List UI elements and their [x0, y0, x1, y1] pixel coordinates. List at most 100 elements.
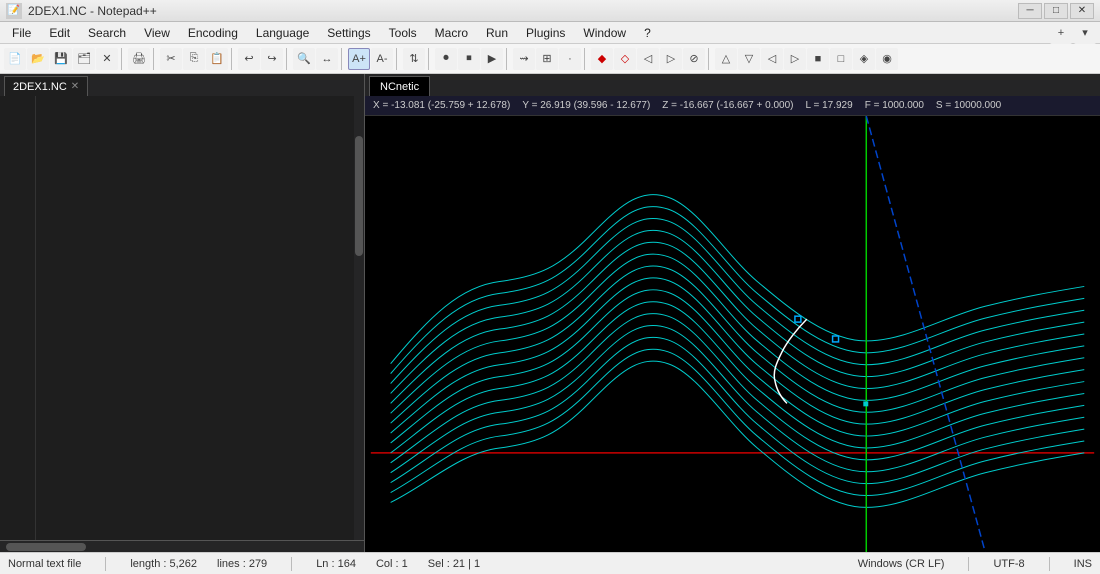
menu-edit[interactable]: Edit — [41, 24, 78, 42]
viewer-panel: NCnetic X = -13.081 (-25.759 + 12.678) Y… — [365, 74, 1100, 552]
close-button[interactable]: ✕ — [1070, 3, 1094, 19]
redo-button[interactable]: ↪ — [261, 48, 283, 70]
info-l: L = 17.929 — [806, 100, 853, 111]
editor-content[interactable] — [0, 96, 364, 540]
code-area[interactable] — [36, 96, 354, 540]
info-f: F = 1000.000 — [865, 100, 924, 111]
wrap-button[interactable]: ⇝ — [513, 48, 535, 70]
menu-view[interactable]: View — [136, 24, 178, 42]
extra5-button[interactable]: ■ — [807, 48, 829, 70]
info-z: Z = -16.667 (-16.667 + 0.000) — [662, 100, 793, 111]
menu-bar: File Edit Search View Encoding Language … — [0, 22, 1100, 44]
maximize-button[interactable]: □ — [1044, 3, 1068, 19]
status-ln: Ln : 164 — [316, 558, 356, 570]
open-file-button[interactable]: 📂 — [27, 48, 49, 70]
menu-tools[interactable]: Tools — [381, 24, 425, 42]
menu-run[interactable]: Run — [478, 24, 516, 42]
editor-tabs: 2DEX1.NC ✕ — [0, 74, 364, 96]
extra7-button[interactable]: ◈ — [853, 48, 875, 70]
status-ins: INS — [1074, 558, 1092, 570]
paste-button[interactable]: 📋 — [206, 48, 228, 70]
menu-plugins[interactable]: Plugins — [518, 24, 573, 42]
menu-settings[interactable]: Settings — [319, 24, 378, 42]
status-line-ending: Windows (CR LF) — [858, 558, 945, 570]
editor-tab-close[interactable]: ✕ — [71, 81, 79, 92]
status-length: length : 5,262 — [130, 558, 197, 570]
horizontal-scrollbar[interactable] — [0, 540, 364, 552]
menu-window[interactable]: Window — [575, 24, 634, 42]
h-scroll-thumb[interactable] — [6, 543, 86, 551]
sep7 — [428, 48, 432, 70]
menu-encoding[interactable]: Encoding — [180, 24, 246, 42]
marker5-button[interactable]: ⊘ — [683, 48, 705, 70]
status-sel: Sel : 21 | 1 — [428, 558, 480, 570]
viewer-tab-active[interactable]: NCnetic — [369, 76, 430, 96]
toolpath-svg — [365, 116, 1100, 552]
app-icon: 📝 — [6, 3, 22, 19]
sep9 — [584, 48, 588, 70]
new-session-button[interactable]: + — [1050, 22, 1072, 44]
window-controls: ─ □ ✕ — [1018, 3, 1094, 19]
title-bar: 📝 2DEX1.NC - Notepad++ ─ □ ✕ — [0, 0, 1100, 22]
status-col: Col : 1 — [376, 558, 408, 570]
extra8-button[interactable]: ◉ — [876, 48, 898, 70]
info-x: X = -13.081 (-25.759 + 12.678) — [373, 100, 510, 111]
find-button[interactable]: 🔍 — [293, 48, 315, 70]
sep10 — [708, 48, 712, 70]
extra3-button[interactable]: ◁ — [761, 48, 783, 70]
viewer-tab-label: NCnetic — [380, 81, 419, 93]
menu-language[interactable]: Language — [248, 24, 317, 42]
minimize-button[interactable]: ─ — [1018, 3, 1042, 19]
marker1-button[interactable]: ◆ — [591, 48, 613, 70]
close-file-button[interactable]: ✕ — [96, 48, 118, 70]
extra4-button[interactable]: ▷ — [784, 48, 806, 70]
editor-tab-active[interactable]: 2DEX1.NC ✕ — [4, 76, 88, 96]
status-sep1 — [105, 557, 106, 571]
extra1-button[interactable]: △ — [715, 48, 737, 70]
sync-scroll-button[interactable]: ⇅ — [403, 48, 425, 70]
undo-button[interactable]: ↩ — [238, 48, 260, 70]
indent-guides-button[interactable]: ⊞ — [536, 48, 558, 70]
play-macro-button[interactable]: ▶ — [481, 48, 503, 70]
status-file-type: Normal text file — [8, 558, 81, 570]
zoom-in-button[interactable]: A+ — [348, 48, 370, 70]
open-session-button[interactable]: ▾ — [1074, 22, 1096, 44]
status-sep3 — [968, 557, 969, 571]
menu-macro[interactable]: Macro — [427, 24, 476, 42]
record-macro-button[interactable]: ⏺ — [435, 48, 457, 70]
sep3 — [231, 48, 235, 70]
menu-help[interactable]: ? — [636, 24, 659, 42]
marker2-button[interactable]: ◇ — [614, 48, 636, 70]
menu-search[interactable]: Search — [80, 24, 134, 42]
status-bar: Normal text file length : 5,262 lines : … — [0, 552, 1100, 574]
sep8 — [506, 48, 510, 70]
save-all-button[interactable]: 🗂 — [73, 48, 95, 70]
toolbar: 📄 📂 💾 🗂 ✕ 🖨 ✂ ⎘ 📋 ↩ ↪ 🔍 ↔ A+ A- ⇅ ⏺ ⏹ ▶ … — [0, 44, 1100, 74]
status-lines: lines : 279 — [217, 558, 267, 570]
zoom-out-button[interactable]: A- — [371, 48, 393, 70]
stop-macro-button[interactable]: ⏹ — [458, 48, 480, 70]
new-file-button[interactable]: 📄 — [4, 48, 26, 70]
sep6 — [396, 48, 400, 70]
extra2-button[interactable]: ▽ — [738, 48, 760, 70]
cut-button[interactable]: ✂ — [160, 48, 182, 70]
copy-button[interactable]: ⎘ — [183, 48, 205, 70]
info-s: S = 10000.000 — [936, 100, 1001, 111]
status-sep4 — [1049, 557, 1050, 571]
whitespace-button[interactable]: · — [559, 48, 581, 70]
info-y: Y = 26.919 (39.596 - 12.677) — [522, 100, 650, 111]
menu-file[interactable]: File — [4, 24, 39, 42]
viewer-tabs: NCnetic — [365, 74, 1100, 96]
editor-scrollbar[interactable] — [354, 96, 364, 540]
sep4 — [286, 48, 290, 70]
save-file-button[interactable]: 💾 — [50, 48, 72, 70]
marker4-button[interactable]: ▷ — [660, 48, 682, 70]
extra6-button[interactable]: □ — [830, 48, 852, 70]
viewer-canvas[interactable] — [365, 116, 1100, 552]
sep2 — [153, 48, 157, 70]
line-numbers — [0, 96, 36, 540]
replace-button[interactable]: ↔ — [316, 48, 338, 70]
print-button[interactable]: 🖨 — [128, 48, 150, 70]
marker3-button[interactable]: ◁ — [637, 48, 659, 70]
scrollbar-thumb[interactable] — [355, 136, 363, 256]
